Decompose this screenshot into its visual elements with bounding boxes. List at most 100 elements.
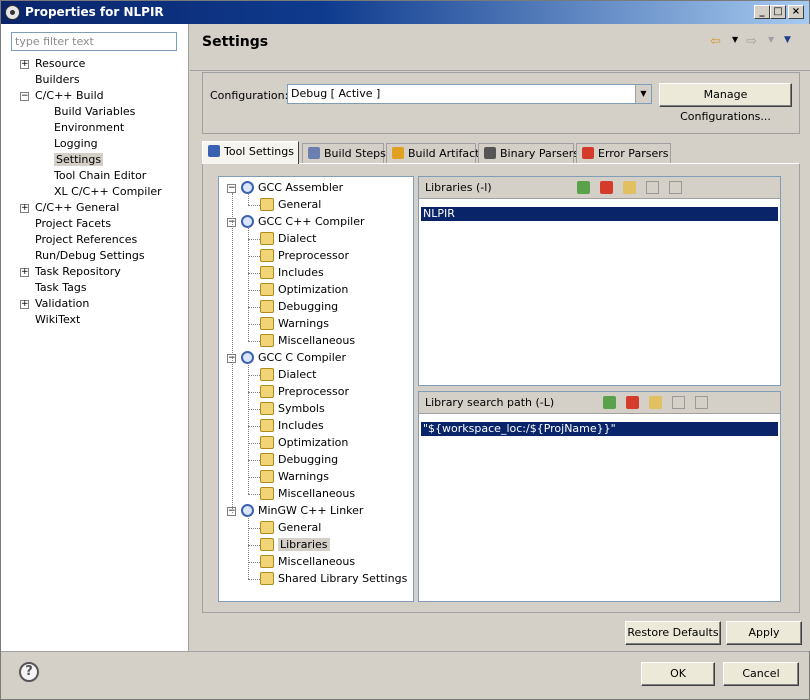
option-dialect[interactable]: Dialect — [260, 367, 316, 383]
sidebar-item-tool-chain-editor[interactable]: Tool Chain Editor — [54, 168, 146, 184]
cancel-button[interactable]: Cancel — [723, 662, 799, 686]
tree-connector — [248, 443, 260, 444]
title-bar: Properties for NLPIR _ □ × — [1, 1, 809, 24]
forward-menu-chevron-icon[interactable]: ▼ — [768, 35, 774, 44]
tab-tool-settings[interactable]: Tool Settings — [202, 141, 299, 164]
tab-build-steps[interactable]: Build Steps — [302, 143, 386, 163]
build-steps-icon — [308, 147, 320, 159]
filter-input[interactable]: type filter text — [11, 32, 177, 51]
expand-icon[interactable]: + — [20, 60, 29, 69]
back-arrow-icon[interactable]: ⇦ — [710, 34, 721, 49]
edit-icon[interactable] — [623, 180, 636, 194]
option-shared-library-settings[interactable]: Shared Library Settings — [260, 571, 407, 587]
delete-icon[interactable] — [600, 180, 613, 194]
expand-icon[interactable]: + — [20, 268, 29, 277]
move-down-icon[interactable] — [695, 395, 708, 409]
option-optimization[interactable]: Optimization — [260, 282, 348, 298]
option-category-icon — [260, 368, 274, 381]
option-libraries[interactable]: Libraries — [260, 537, 330, 553]
option-debugging[interactable]: Debugging — [260, 299, 338, 315]
expand-icon[interactable]: + — [20, 300, 29, 309]
delete-icon[interactable] — [626, 395, 639, 409]
tool-gcc-assembler[interactable]: GCC Assembler — [241, 180, 343, 196]
ok-button[interactable]: OK — [641, 662, 715, 686]
option-category-icon — [260, 402, 274, 415]
option-dialect[interactable]: Dialect — [260, 231, 316, 247]
view-menu-icon[interactable]: ▼ — [784, 35, 791, 45]
main-panel: Settings ⇦ ▼ ⇨ ▼ ▼ Configuration: Debug … — [190, 24, 810, 651]
sidebar-item-label: WikiText — [35, 313, 81, 326]
binary-parsers-icon — [484, 147, 496, 159]
configuration-label: Configuration: — [210, 89, 289, 102]
tree-connector — [248, 409, 260, 410]
sidebar-item-environment[interactable]: Environment — [54, 120, 124, 136]
option-warnings[interactable]: Warnings — [260, 316, 329, 332]
sidebar-item-logging[interactable]: Logging — [54, 136, 98, 152]
chevron-down-icon[interactable]: ▼ — [635, 85, 651, 103]
collapse-icon[interactable]: − — [20, 92, 29, 101]
minimize-button[interactable]: _ — [754, 5, 770, 19]
sidebar-item-label: C/C++ General — [35, 201, 120, 214]
sidebar-item-task-repository[interactable]: + Task Repository — [20, 264, 121, 280]
sidebar-item-build-variables[interactable]: Build Variables — [54, 104, 135, 120]
option-category-icon — [260, 419, 274, 432]
sidebar-item-settings[interactable]: Settings — [54, 152, 104, 168]
sidebar-item-xl-c-c-compiler[interactable]: XL C/C++ Compiler — [54, 184, 162, 200]
option-symbols[interactable]: Symbols — [260, 401, 325, 417]
option-miscellaneous[interactable]: Miscellaneous — [260, 486, 355, 502]
tab-build-artifact[interactable]: Build Artifact — [386, 143, 480, 163]
move-up-icon[interactable] — [672, 395, 685, 409]
close-button[interactable]: × — [788, 5, 804, 19]
add-icon[interactable] — [577, 180, 590, 194]
library-search-path-panel: Library search path (-L) "${workspace_lo… — [418, 391, 781, 602]
option-includes[interactable]: Includes — [260, 265, 324, 281]
maximize-button[interactable]: □ — [770, 5, 786, 19]
sidebar-item-run-debug-settings[interactable]: Run/Debug Settings — [35, 248, 145, 264]
sidebar-item-builders[interactable]: Builders — [35, 72, 80, 88]
tool-gcc-c-compiler[interactable]: GCC C Compiler — [241, 350, 346, 366]
sidebar-item-project-facets[interactable]: Project Facets — [35, 216, 111, 232]
option-includes[interactable]: Includes — [260, 418, 324, 434]
back-menu-chevron-icon[interactable]: ▼ — [732, 35, 738, 44]
configuration-select[interactable]: Debug [ Active ] ▼ — [287, 84, 652, 104]
option-warnings[interactable]: Warnings — [260, 469, 329, 485]
option-miscellaneous[interactable]: Miscellaneous — [260, 554, 355, 570]
move-up-icon[interactable] — [646, 180, 659, 194]
collapse-icon[interactable]: − — [227, 184, 236, 193]
help-icon[interactable]: ? — [19, 662, 39, 682]
sidebar-item-project-references[interactable]: Project References — [35, 232, 137, 248]
option-preprocessor[interactable]: Preprocessor — [260, 384, 349, 400]
tab-error-parsers[interactable]: Error Parsers — [576, 143, 671, 163]
library-path-item[interactable]: "${workspace_loc:/${ProjName}}" — [421, 422, 778, 436]
expand-icon[interactable]: + — [20, 204, 29, 213]
option-preprocessor[interactable]: Preprocessor — [260, 248, 349, 264]
error-parsers-icon — [582, 147, 594, 159]
option-label: Preprocessor — [278, 249, 350, 262]
option-debugging[interactable]: Debugging — [260, 452, 338, 468]
apply-button[interactable]: Apply — [726, 621, 802, 645]
library-search-path-header: Library search path (-L) — [419, 392, 780, 414]
edit-icon[interactable] — [649, 395, 662, 409]
sidebar-item-validation[interactable]: + Validation — [20, 296, 89, 312]
tab-binary-parsers[interactable]: Binary Parsers — [478, 143, 579, 163]
sidebar-item-resource[interactable]: + Resource — [20, 56, 85, 72]
option-optimization[interactable]: Optimization — [260, 435, 348, 451]
sidebar-item-c-c-build[interactable]: − C/C++ Build — [20, 88, 104, 104]
option-general[interactable]: General — [260, 520, 321, 536]
restore-defaults-button[interactable]: Restore Defaults — [625, 621, 721, 645]
tool-mingw-c-linker[interactable]: MinGW C++ Linker — [241, 503, 363, 519]
option-category-icon — [260, 538, 274, 551]
move-down-icon[interactable] — [669, 180, 682, 194]
sidebar-item-task-tags[interactable]: Task Tags — [35, 280, 87, 296]
option-miscellaneous[interactable]: Miscellaneous — [260, 333, 355, 349]
library-search-path-toolbar — [603, 395, 718, 411]
tool-gcc-c-compiler[interactable]: GCC C++ Compiler — [241, 214, 365, 230]
manage-configurations-button[interactable]: Manage Configurations... — [659, 83, 792, 123]
option-general[interactable]: General — [260, 197, 321, 213]
sidebar-item-wikitext[interactable]: WikiText — [35, 312, 80, 328]
library-item[interactable]: NLPIR — [421, 207, 778, 221]
option-label: Preprocessor — [278, 385, 350, 398]
add-icon[interactable] — [603, 395, 616, 409]
forward-arrow-icon[interactable]: ⇨ — [746, 34, 757, 49]
sidebar-item-c-c-general[interactable]: + C/C++ General — [20, 200, 120, 216]
